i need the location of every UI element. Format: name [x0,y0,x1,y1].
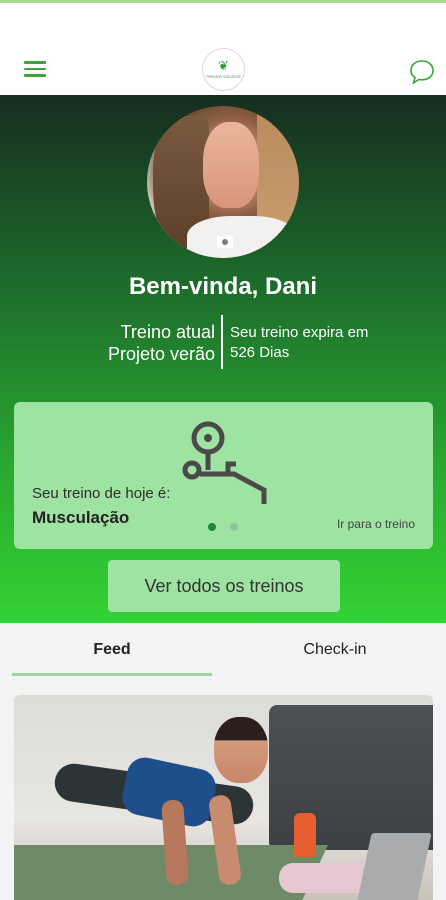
welcome-heading: Bem-vinda, Dani [128,273,318,300]
carousel-dots [208,523,238,531]
today-workout-label: Seu treino de hoje é: [32,485,171,502]
expiry-days: 526 Dias [230,344,290,361]
plan-label: Treino atual [120,322,215,342]
app-logo: ❦ TREINO DECEDE [202,48,245,91]
profile-hero: Bem-vinda, Dani Treino atual Projeto ver… [0,95,446,623]
go-to-workout-link[interactable]: Ir para o treino [337,517,415,531]
today-workout-card[interactable]: Seu treino de hoje é: Musculação Ir para… [14,402,433,549]
today-workout-name: Musculação [32,508,130,527]
app-screen: ❦ TREINO DECEDE Bem-vinda, Dani Treino a… [0,0,446,900]
carousel-dot[interactable] [208,523,216,531]
barbell-bench-icon [182,421,267,504]
feed-tabs: Feed Check-in [0,623,446,677]
tab-checkin[interactable]: Check-in [235,623,435,677]
plan-name: Projeto verão [107,344,215,364]
tab-feed[interactable]: Feed [12,623,212,677]
carousel-dot[interactable] [230,523,238,531]
profile-avatar[interactable] [147,106,299,258]
leaf-logo-icon: ❦ [218,58,229,73]
plan-expiry: Seu treino expira em 526 Dias [230,323,430,363]
plan-divider [221,315,223,369]
chat-bubble-icon[interactable] [408,58,436,86]
feed-post-image[interactable] [14,695,433,900]
logo-label: TREINO DECEDE [205,74,242,79]
active-tab-indicator [12,673,212,676]
hamburger-menu-icon[interactable] [24,61,48,79]
app-header: ❦ TREINO DECEDE [0,3,446,95]
expiry-label: Seu treino expira em [230,324,369,341]
camera-icon[interactable] [217,236,233,248]
view-all-workouts-button[interactable]: Ver todos os treinos [108,560,340,612]
current-plan: Treino atual Projeto verão [60,321,215,365]
